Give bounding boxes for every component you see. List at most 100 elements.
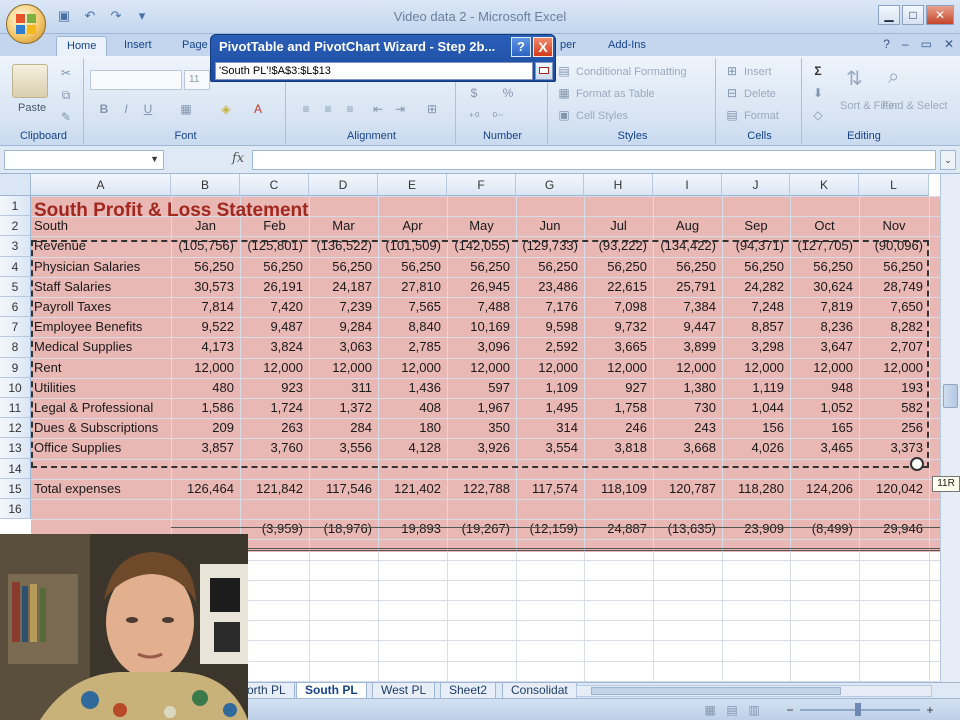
cell-value[interactable]: 209 — [171, 418, 240, 438]
cell-value[interactable]: 30,624 — [790, 277, 859, 297]
name-box-dropdown-icon[interactable]: ▼ — [150, 154, 159, 164]
cell-value[interactable]: 156 — [722, 418, 790, 438]
cell-row-label[interactable]: Dues & Subscriptions — [31, 418, 171, 438]
cell-value[interactable]: 27,810 — [378, 277, 447, 297]
row-header[interactable]: 16 — [0, 499, 31, 520]
cell-value[interactable]: 284 — [309, 418, 378, 438]
cell-value[interactable]: 408 — [378, 398, 447, 418]
cell-value[interactable]: 3,465 — [790, 438, 859, 458]
conditional-formatting-button[interactable]: Conditional Formatting — [576, 66, 687, 78]
paste-icon[interactable] — [12, 64, 48, 98]
cell-total-value[interactable]: 124,206 — [790, 479, 859, 499]
cell-value[interactable]: 2,592 — [516, 337, 584, 357]
page-break-view-icon[interactable]: ▥ — [744, 701, 764, 719]
font-size-field[interactable]: 11 — [184, 70, 210, 90]
cell-row-label[interactable]: Revenue — [31, 236, 171, 256]
horizontal-scrollbar[interactable] — [576, 685, 932, 697]
cell-value[interactable]: (90,096) — [859, 236, 929, 256]
select-all-corner[interactable] — [0, 174, 31, 196]
cell-row-label[interactable]: Employee Benefits — [31, 317, 171, 337]
borders-icon[interactable]: ▦ — [176, 100, 196, 118]
cell-value[interactable]: 7,565 — [378, 297, 447, 317]
cell-value[interactable]: 1,495 — [516, 398, 584, 418]
cell-styles-button[interactable]: Cell Styles — [576, 110, 628, 122]
row-header[interactable]: 8 — [0, 337, 31, 358]
column-header[interactable]: B — [171, 174, 240, 196]
cell-value[interactable]: (94,371) — [722, 236, 790, 256]
underline-button[interactable]: U — [138, 100, 158, 118]
cell-value[interactable]: 582 — [859, 398, 929, 418]
cell-value[interactable]: 1,436 — [378, 378, 447, 398]
decrease-indent-icon[interactable]: ⇤ — [368, 100, 388, 118]
row-header[interactable]: 9 — [0, 357, 31, 378]
cell-total-value[interactable]: 121,402 — [378, 479, 447, 499]
cell-net-value[interactable]: (8,499) — [790, 519, 859, 539]
cell-value[interactable]: 9,284 — [309, 317, 378, 337]
column-header[interactable]: D — [309, 174, 378, 196]
cell-value[interactable]: 597 — [447, 378, 516, 398]
cell-value[interactable]: 165 — [790, 418, 859, 438]
percent-button[interactable]: % — [498, 84, 518, 102]
tab-add-ins[interactable]: Add-Ins — [598, 36, 656, 56]
cell-month-header[interactable]: Oct — [790, 216, 859, 236]
cell-value[interactable]: 3,373 — [859, 438, 929, 458]
cell-value[interactable]: 180 — [378, 418, 447, 438]
cell-value[interactable]: 25,791 — [653, 277, 722, 297]
cell-total-value[interactable]: 121,842 — [240, 479, 309, 499]
cell-value[interactable]: 3,824 — [240, 337, 309, 357]
cell-value[interactable]: 730 — [653, 398, 722, 418]
cell-value[interactable]: 263 — [240, 418, 309, 438]
cell-net-value[interactable]: 24,887 — [584, 519, 653, 539]
cell-month-header[interactable]: Apr — [378, 216, 447, 236]
format-button[interactable]: Format — [744, 110, 779, 122]
cell-value[interactable]: 12,000 — [790, 358, 859, 378]
cell-month-header[interactable]: Jul — [584, 216, 653, 236]
cell-net-value[interactable]: 29,946 — [859, 519, 929, 539]
cell-value[interactable]: 3,063 — [309, 337, 378, 357]
cell-value[interactable]: 3,298 — [722, 337, 790, 357]
cell-value[interactable]: 311 — [309, 378, 378, 398]
column-header[interactable]: H — [584, 174, 653, 196]
cell-value[interactable]: 28,749 — [859, 277, 929, 297]
bold-button[interactable]: B — [94, 100, 114, 118]
cell-total-value[interactable]: 117,574 — [516, 479, 584, 499]
zoom-out-icon[interactable]: − — [780, 701, 800, 719]
insert-button[interactable]: Insert — [744, 66, 772, 78]
wizard-expand-dialog-button[interactable] — [535, 62, 553, 80]
delete-button[interactable]: Delete — [744, 88, 776, 100]
sheet-tab-west-pl[interactable]: West PL — [372, 683, 436, 699]
column-header[interactable]: E — [378, 174, 447, 196]
cell-value[interactable]: 9,487 — [240, 317, 309, 337]
wizard-help-button[interactable]: ? — [511, 37, 531, 57]
formula-input[interactable] — [252, 150, 936, 170]
fill-icon[interactable]: ⬇ — [808, 84, 828, 102]
row-header[interactable]: 7 — [0, 317, 31, 338]
office-button[interactable] — [6, 4, 46, 44]
cell-value[interactable]: 3,926 — [447, 438, 516, 458]
cell-value[interactable]: 1,119 — [722, 378, 790, 398]
cell-value[interactable]: 3,857 — [171, 438, 240, 458]
column-header[interactable]: C — [240, 174, 309, 196]
ribbon-close-icon[interactable]: ✕ — [944, 37, 954, 51]
cell-value[interactable]: 8,282 — [859, 317, 929, 337]
cell-value[interactable]: 927 — [584, 378, 653, 398]
cell-month-header[interactable]: Jun — [516, 216, 584, 236]
cell-row-label[interactable]: Staff Salaries — [31, 277, 171, 297]
align-center-icon[interactable]: ≡ — [318, 100, 338, 118]
cell-value[interactable]: 30,573 — [171, 277, 240, 297]
cell-value[interactable]: 56,250 — [653, 257, 722, 277]
cell-total-value[interactable]: 120,787 — [653, 479, 722, 499]
cell-value[interactable]: 8,857 — [722, 317, 790, 337]
cell-value[interactable]: 12,000 — [653, 358, 722, 378]
column-header[interactable]: G — [516, 174, 584, 196]
close-window-button[interactable]: ✕ — [926, 5, 954, 25]
cell-value[interactable]: 4,128 — [378, 438, 447, 458]
page-layout-view-icon[interactable]: ▤ — [722, 701, 742, 719]
cell-value[interactable]: 3,818 — [584, 438, 653, 458]
cell-value[interactable]: 7,384 — [653, 297, 722, 317]
cell-value[interactable]: 246 — [584, 418, 653, 438]
cell-value[interactable]: 1,109 — [516, 378, 584, 398]
cell-row-label[interactable]: Payroll Taxes — [31, 297, 171, 317]
cell-net-value[interactable]: (19,267) — [447, 519, 516, 539]
autosum-button[interactable]: Σ — [808, 62, 828, 80]
